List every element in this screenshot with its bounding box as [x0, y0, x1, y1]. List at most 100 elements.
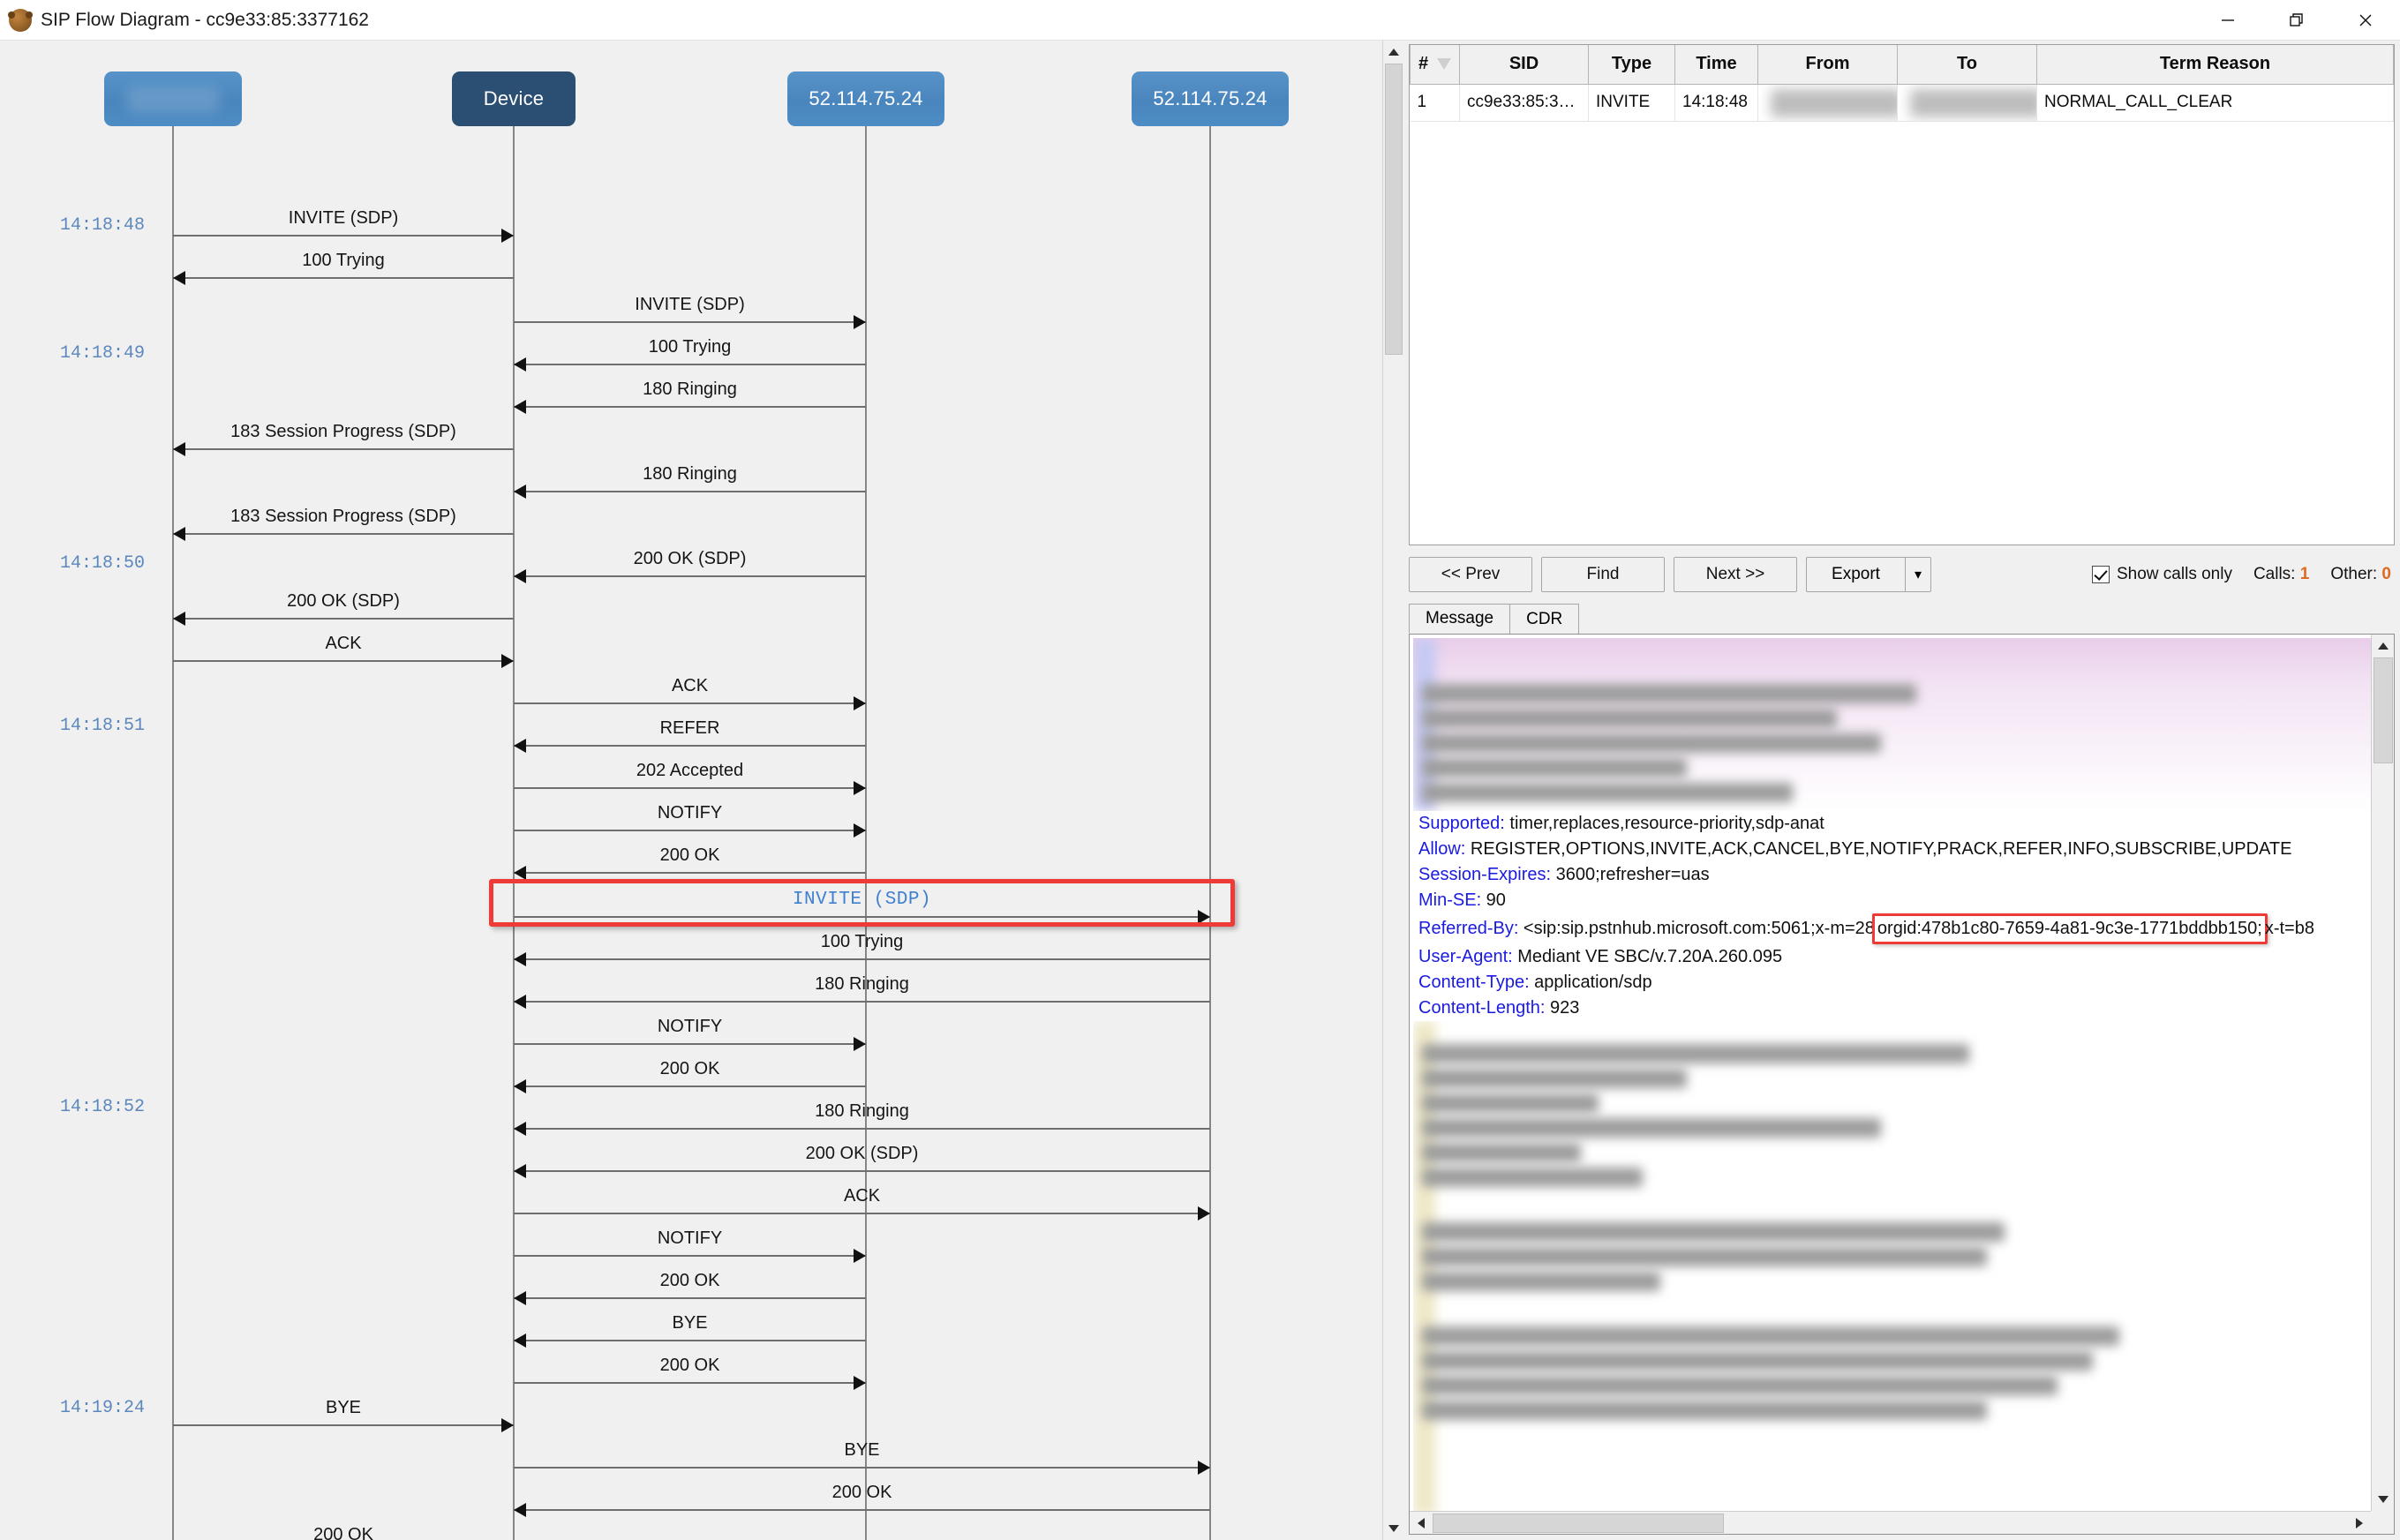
export-button[interactable]: Export	[1806, 557, 1905, 592]
message-vertical-scrollbar[interactable]	[2371, 635, 2394, 1511]
message-arrow-line[interactable]	[173, 1424, 514, 1426]
message-arrow-line[interactable]	[514, 1382, 866, 1384]
message-vscroll-thumb[interactable]	[2374, 657, 2393, 763]
message-label: 183 Session Progress (SDP)	[230, 507, 456, 526]
diagram-node-2[interactable]: 52.114.75.24	[787, 71, 944, 126]
export-split-button[interactable]: Export ▾	[1806, 557, 1931, 592]
message-arrow-line[interactable]	[173, 277, 514, 279]
message-scroll-right-icon[interactable]	[2348, 1512, 2371, 1534]
column-header-time[interactable]: Time	[1674, 45, 1758, 85]
restore-button[interactable]	[2262, 0, 2331, 41]
diagram-vertical-scrollbar[interactable]	[1382, 41, 1403, 1540]
sort-descending-icon	[1437, 58, 1452, 71]
find-button[interactable]: Find	[1541, 557, 1665, 592]
column-header-sid[interactable]: SID	[1459, 45, 1589, 85]
message-arrow-line[interactable]	[514, 830, 866, 831]
message-arrow-line[interactable]	[514, 745, 866, 747]
message-arrow-line[interactable]	[173, 660, 514, 662]
message-arrow-line[interactable]	[514, 1467, 1210, 1469]
message-scroll-up-icon[interactable]	[2372, 635, 2394, 657]
sip-header-name: Content-Type:	[1418, 973, 1530, 992]
column-header-type[interactable]: Type	[1588, 45, 1675, 85]
monkey-icon	[8, 8, 33, 32]
column-header-from[interactable]: From	[1757, 45, 1898, 85]
chevron-down-icon[interactable]: ▾	[1905, 557, 1931, 592]
diagram-node-1[interactable]: Device	[452, 71, 576, 126]
message-arrow-line[interactable]	[514, 491, 866, 492]
message-label: ACK	[325, 634, 362, 653]
message-label: 180 Ringing	[815, 974, 909, 994]
message-arrow-line[interactable]	[514, 1297, 866, 1299]
minimize-button[interactable]	[2193, 0, 2262, 41]
prev-button[interactable]: << Prev	[1409, 557, 1532, 592]
message-arrow-line[interactable]	[514, 1213, 1210, 1214]
message-arrow-line[interactable]	[514, 321, 866, 323]
show-calls-only-label: Show calls only	[2117, 565, 2232, 583]
message-arrow-line[interactable]	[514, 1043, 866, 1045]
cell-to	[1897, 84, 2037, 122]
message-label: 200 OK	[831, 1483, 892, 1502]
message-horizontal-scrollbar[interactable]	[1410, 1511, 2371, 1534]
diagram-node-0[interactable]	[104, 71, 242, 126]
message-scroll-down-icon[interactable]	[2372, 1488, 2394, 1511]
tab-cdr[interactable]: CDR	[1509, 604, 1580, 634]
sip-header-value: 3600;refresher=uas	[1551, 865, 1710, 884]
message-arrow-line[interactable]	[514, 1001, 1210, 1003]
message-arrow-line[interactable]	[514, 1255, 866, 1257]
diagram-node-label: 52.114.75.24	[809, 87, 923, 109]
message-arrow-line[interactable]	[514, 364, 866, 365]
arrowhead-left-icon	[173, 612, 185, 626]
diagram-scroll-thumb[interactable]	[1385, 64, 1403, 355]
message-arrow-line[interactable]	[514, 1086, 866, 1087]
checkbox-check-icon[interactable]	[2092, 566, 2110, 583]
message-arrow-line[interactable]	[514, 787, 866, 789]
message-label: INVITE (SDP)	[288, 208, 399, 228]
message-arrow-line[interactable]	[514, 872, 866, 874]
message-arrow-line[interactable]	[514, 1128, 1210, 1130]
diagram-node-3[interactable]: 52.114.75.24	[1132, 71, 1289, 126]
message-arrow-line[interactable]	[514, 916, 1210, 918]
close-button[interactable]	[2331, 0, 2400, 41]
sip-message-text[interactable]: Supported: timer,replaces,resource-prior…	[1410, 635, 2371, 1511]
timestamp-label: 14:18:49	[60, 343, 146, 364]
arrowhead-left-icon	[514, 739, 526, 753]
show-calls-only-checkbox[interactable]: Show calls only	[2092, 565, 2232, 584]
arrowhead-right-icon	[854, 315, 866, 329]
message-arrow-line[interactable]	[173, 618, 514, 620]
column-header-to[interactable]: To	[1897, 45, 2037, 85]
redacted-message-header-block	[1413, 638, 2371, 811]
message-label: REFER	[659, 718, 720, 738]
message-arrow-line[interactable]	[514, 1170, 1210, 1172]
scroll-down-icon[interactable]	[1383, 1517, 1403, 1540]
message-arrow-line[interactable]	[514, 1340, 866, 1341]
arrowhead-right-icon	[501, 229, 514, 243]
next-button[interactable]: Next >>	[1674, 557, 1797, 592]
message-arrow-line[interactable]	[173, 235, 514, 237]
message-arrow-line[interactable]	[514, 958, 1210, 960]
message-label: ACK	[843, 1186, 881, 1206]
arrowhead-left-icon	[514, 1333, 526, 1348]
message-arrow-line[interactable]	[514, 702, 866, 704]
scroll-up-icon[interactable]	[1383, 41, 1403, 64]
message-arrow-line[interactable]	[514, 1509, 1210, 1511]
table-row[interactable]: 1 cc9e33:85:33... INVITE 14:18:48 NORMAL…	[1410, 84, 2394, 122]
column-header-num[interactable]: #	[1410, 45, 1460, 85]
message-arrow-line[interactable]	[173, 448, 514, 450]
tab-message[interactable]: Message	[1409, 604, 1511, 634]
cell-time: 14:18:48	[1674, 84, 1758, 122]
sip-header-value: timer,replaces,resource-priority,sdp-ana…	[1504, 814, 1824, 833]
arrowhead-left-icon	[514, 995, 526, 1009]
message-arrow-line[interactable]	[514, 575, 866, 577]
arrowhead-right-icon	[854, 1249, 866, 1263]
sip-header-line: User-Agent: Mediant VE SBC/v.7.20A.260.0…	[1413, 944, 2371, 970]
arrowhead-right-icon	[854, 823, 866, 838]
column-header-term-reason[interactable]: Term Reason	[2036, 45, 2394, 85]
window-title-bar: SIP Flow Diagram - cc9e33:85:3377162	[0, 0, 2400, 41]
message-arrow-line[interactable]	[514, 406, 866, 408]
message-arrow-line[interactable]	[173, 533, 514, 535]
cell-num: 1	[1410, 84, 1460, 122]
message-label: 200 OK	[313, 1525, 373, 1540]
message-label: 180 Ringing	[815, 1101, 909, 1121]
message-scroll-left-icon[interactable]	[1410, 1512, 1433, 1534]
message-hscroll-thumb[interactable]	[1433, 1514, 1724, 1533]
